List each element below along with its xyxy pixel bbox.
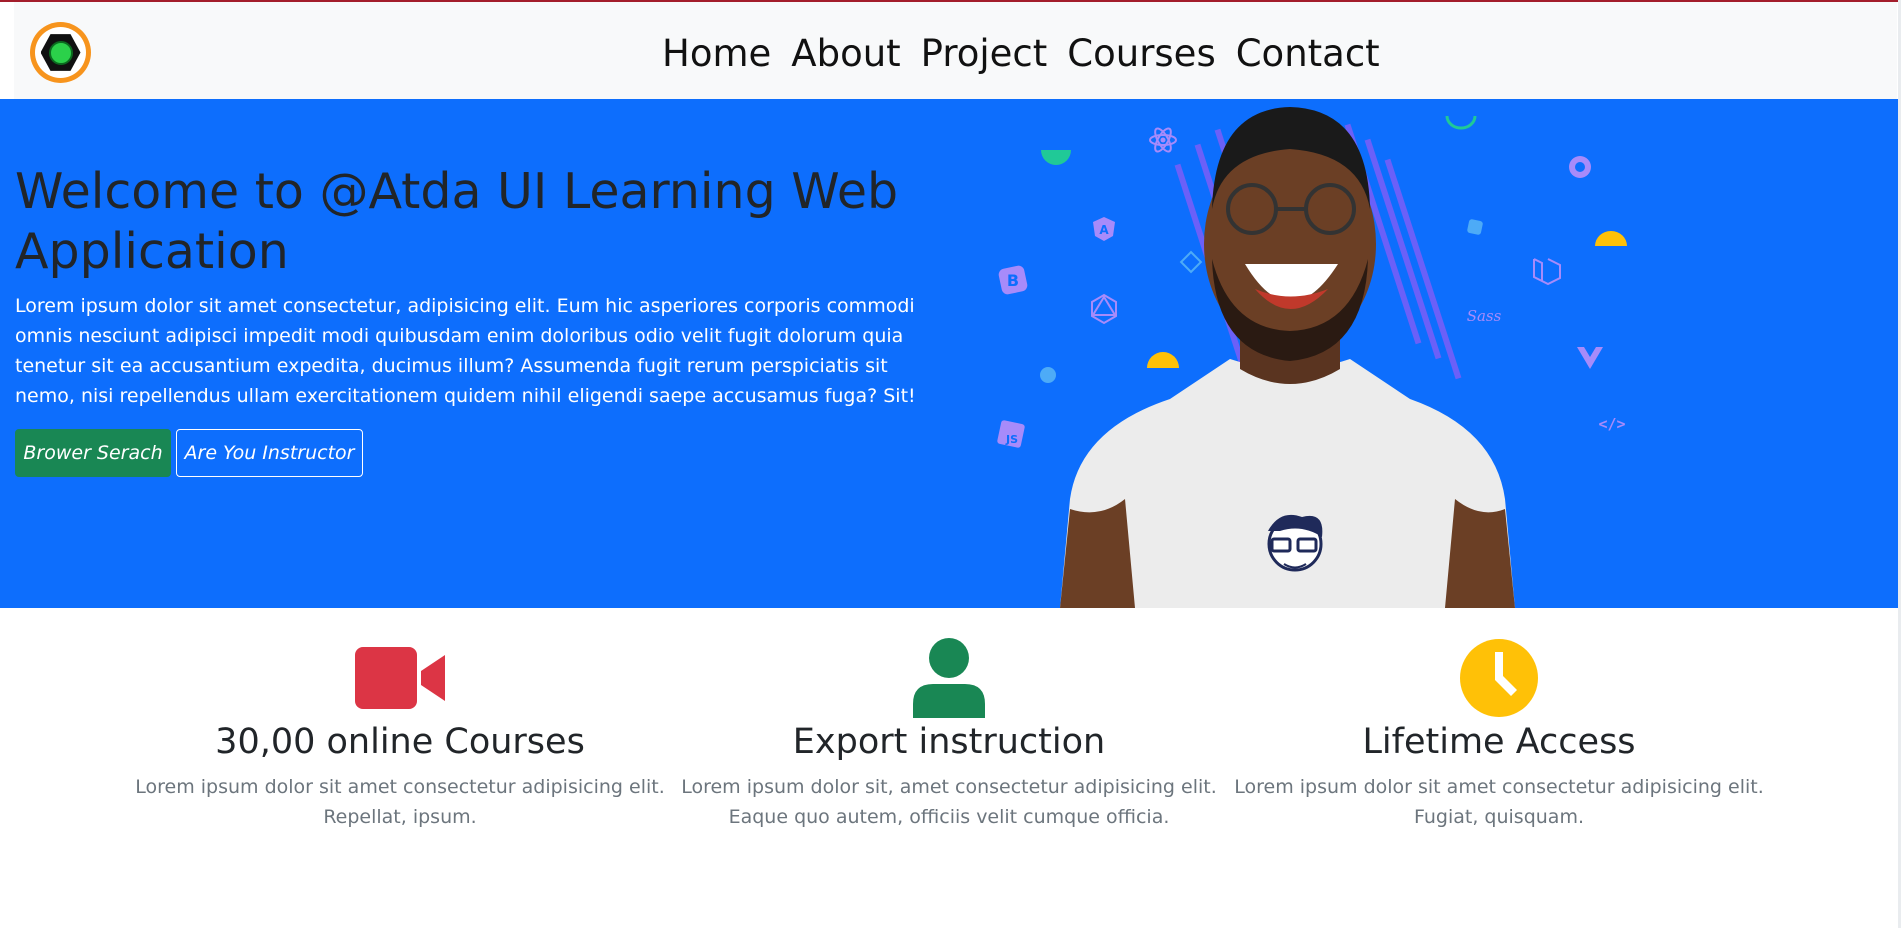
hero-section: Welcome to @Atda UI Learning Web Applica… (0, 99, 1901, 608)
feature-description: Lorem ipsum dolor sit amet consectetur a… (1234, 776, 1764, 828)
javascript-icon: JS (997, 420, 1025, 448)
navbar: Home About Project Courses Contact (14, 2, 1897, 99)
smiling-man-photo (1060, 107, 1515, 608)
hero-title: Welcome to @Atda UI Learning Web Applica… (15, 163, 899, 280)
nav-about[interactable]: About (791, 30, 900, 78)
feature-title: Lifetime Access (1362, 722, 1636, 762)
svg-text:JS: JS (1005, 433, 1018, 446)
feature-title: Export instruction (792, 722, 1106, 762)
svg-text:B: B (1007, 271, 1019, 290)
hero-illustration: A B JS Sass </> (980, 99, 1660, 608)
hero-description: Lorem ipsum dolor sit amet consectetur, … (15, 295, 916, 407)
logo-core (48, 40, 73, 65)
logo-hexagon (40, 34, 81, 71)
site-logo[interactable] (30, 22, 91, 83)
nav-project[interactable]: Project (921, 30, 1048, 78)
feature-expert-instruction: Export instruction Lorem ipsum dolor sit… (679, 638, 1219, 832)
feature-lifetime-access: Lifetime Access Lorem ipsum dolor sit am… (1229, 638, 1769, 832)
nav-courses[interactable]: Courses (1067, 30, 1215, 78)
feature-online-courses: 30,00 online Courses Lorem ipsum dolor s… (130, 638, 670, 832)
feature-description: Lorem ipsum dolor sit amet consectetur a… (135, 776, 665, 828)
nav-home[interactable]: Home (662, 30, 771, 78)
feature-description: Lorem ipsum dolor sit, amet consectetur … (681, 776, 1217, 828)
svg-text:</>: </> (1598, 415, 1625, 433)
feature-title: 30,00 online Courses (215, 722, 585, 762)
logo-ring (35, 27, 86, 78)
video-camera-icon (130, 638, 670, 718)
clock-icon (1229, 638, 1769, 718)
browse-search-button[interactable]: Brower Serach (15, 429, 171, 477)
instructor-button[interactable]: Are You Instructor (176, 429, 363, 477)
person-icon (679, 638, 1219, 718)
bootstrap-icon: B (998, 265, 1028, 295)
nav-links: Home About Project Courses Contact (662, 30, 1380, 78)
nav-contact[interactable]: Contact (1236, 30, 1380, 78)
